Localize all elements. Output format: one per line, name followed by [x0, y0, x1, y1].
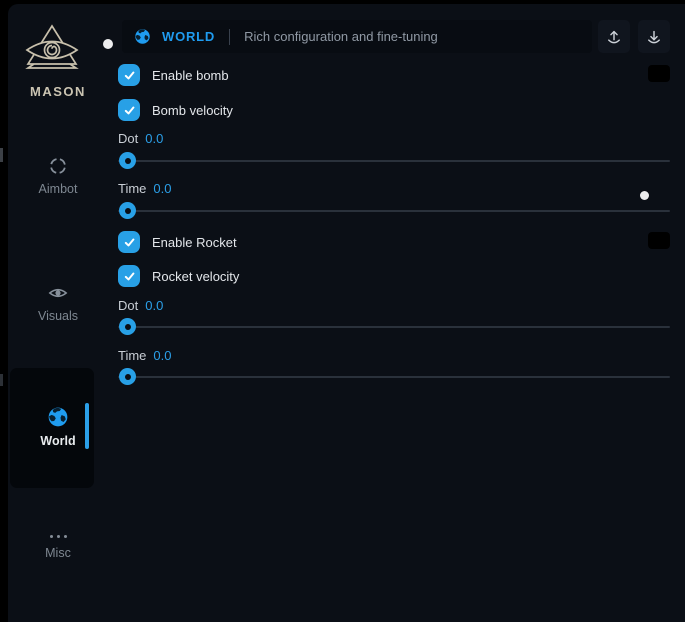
globe-icon: [134, 28, 151, 45]
mason-menu-window: MASON Aimbot Visuals World: [8, 4, 685, 622]
checkbox-label: Enable bomb: [152, 68, 229, 83]
slider-track[interactable]: [118, 210, 670, 212]
slider-thumb[interactable]: [119, 368, 136, 385]
checkbox-row-bomb-velocity[interactable]: Bomb velocity: [118, 99, 233, 121]
active-tab-indicator: [85, 403, 89, 449]
slider-value: 0.0: [153, 348, 171, 363]
checkbox-checked[interactable]: [118, 265, 140, 287]
sidebar-item-misc[interactable]: Misc: [8, 532, 108, 560]
slider-track[interactable]: [118, 376, 670, 378]
import-config-button[interactable]: [638, 20, 670, 53]
checkbox-checked[interactable]: [118, 231, 140, 253]
globe-icon: [47, 406, 69, 428]
download-icon: [645, 28, 663, 46]
slider-label-row: Time 0.0: [118, 181, 171, 197]
slider-thumb[interactable]: [119, 202, 136, 219]
slider-label-row: Dot 0.0: [118, 131, 163, 147]
slider-name: Time: [118, 348, 146, 363]
crosshair-icon: [48, 156, 68, 176]
checkbox-checked[interactable]: [118, 99, 140, 121]
slider-thumb[interactable]: [119, 318, 136, 335]
page-header: WORLD Rich configuration and fine-tuning: [122, 20, 592, 53]
slider-label-row: Dot 0.0: [118, 298, 163, 314]
slider-name: Dot: [118, 298, 138, 313]
checkbox-label: Rocket velocity: [152, 269, 239, 284]
eye-pyramid-icon: [22, 24, 82, 78]
slider-name: Dot: [118, 131, 138, 146]
cursor-dot: [640, 191, 649, 200]
checkbox-checked[interactable]: [118, 64, 140, 86]
checkbox-label: Bomb velocity: [152, 103, 233, 118]
sidebar-item-world[interactable]: World: [8, 406, 108, 448]
slider-label-row: Time 0.0: [118, 348, 171, 364]
export-config-button[interactable]: [598, 20, 630, 53]
check-icon: [123, 270, 136, 283]
page-title: WORLD: [162, 29, 215, 44]
sidebar-item-visuals[interactable]: Visuals: [8, 283, 108, 323]
slider-track[interactable]: [118, 326, 670, 328]
sidebar-item-label: Misc: [45, 546, 71, 560]
slider-track[interactable]: [118, 160, 670, 162]
ellipsis-icon: [50, 532, 67, 540]
checkbox-label: Enable Rocket: [152, 235, 237, 250]
checkbox-row-enable-bomb[interactable]: Enable bomb: [118, 64, 229, 86]
sidebar-item-label: Aimbot: [39, 182, 78, 196]
check-icon: [123, 69, 136, 82]
sidebar-item-aimbot[interactable]: Aimbot: [8, 156, 108, 196]
screen: MASON Aimbot Visuals World: [0, 0, 685, 622]
background-window-edge: [0, 374, 3, 386]
slider-value: 0.0: [145, 298, 163, 313]
background-window-edge: [0, 148, 3, 162]
color-swatch[interactable]: [648, 65, 670, 82]
check-icon: [123, 236, 136, 249]
slider-value: 0.0: [153, 181, 171, 196]
brand-name: MASON: [8, 84, 108, 99]
checkbox-row-enable-rocket[interactable]: Enable Rocket: [118, 231, 237, 253]
slider-name: Time: [118, 181, 146, 196]
header-divider: [229, 29, 230, 45]
checkbox-row-rocket-velocity[interactable]: Rocket velocity: [118, 265, 239, 287]
color-swatch[interactable]: [648, 232, 670, 249]
sidebar-item-label: Visuals: [38, 309, 78, 323]
upload-icon: [605, 28, 623, 46]
slider-value: 0.0: [145, 131, 163, 146]
sidebar-item-label: World: [40, 434, 75, 448]
check-icon: [123, 104, 136, 117]
eye-icon: [48, 283, 68, 303]
cursor-dot: [103, 39, 113, 49]
slider-thumb[interactable]: [119, 152, 136, 169]
page-subtitle: Rich configuration and fine-tuning: [244, 29, 438, 44]
